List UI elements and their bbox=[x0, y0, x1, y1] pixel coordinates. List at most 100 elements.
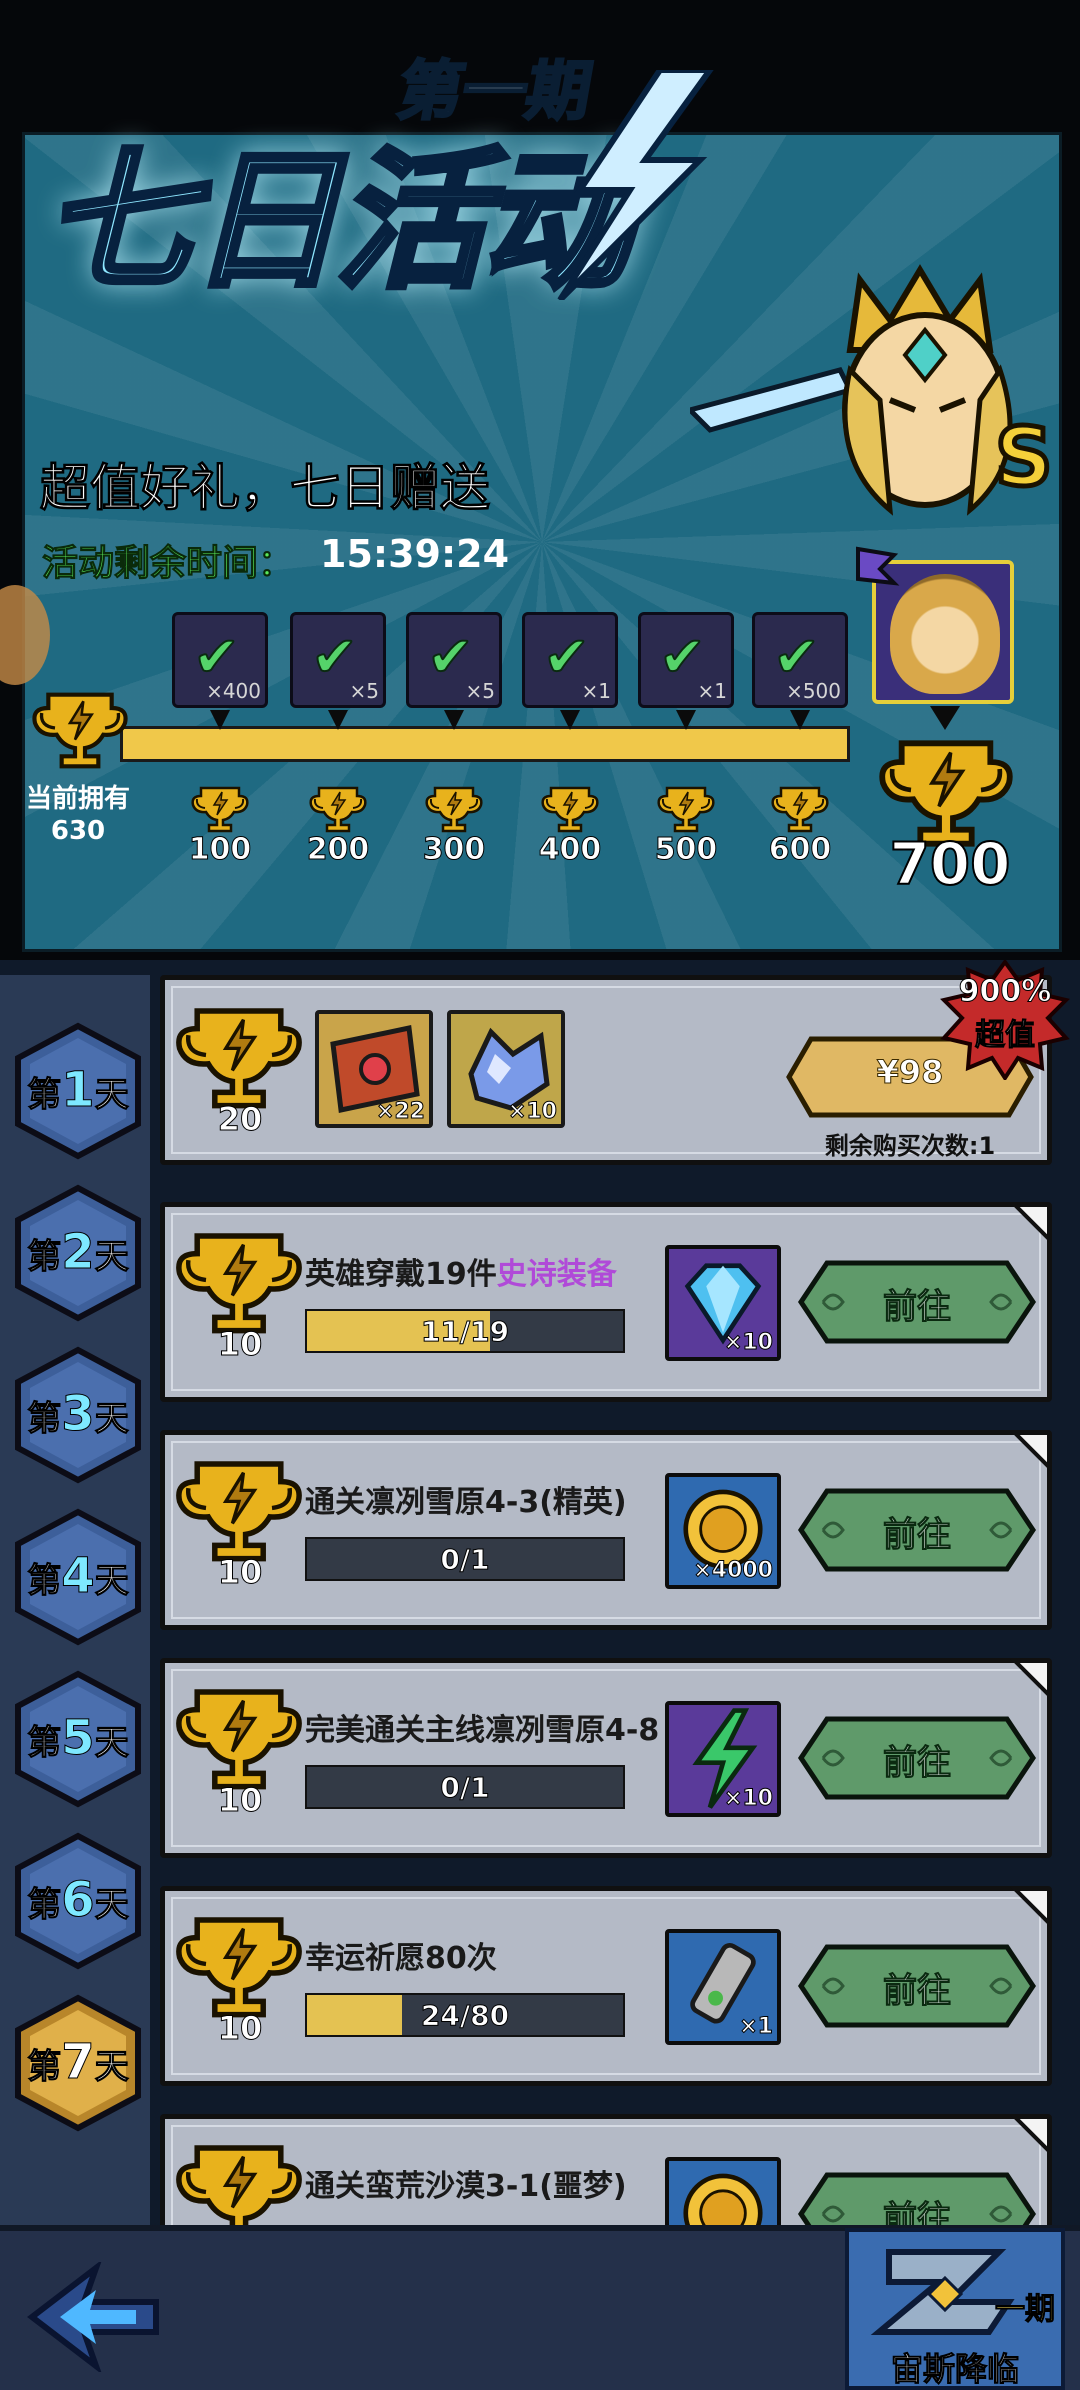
task-description: 英雄穿戴19件史诗装备 bbox=[305, 1249, 617, 1293]
go-button[interactable]: 前往 bbox=[797, 1259, 1037, 1345]
day-prefix: 第 bbox=[27, 1237, 62, 1278]
gift-pack-card: 20 ×22 ×10 ¥98 剩余购买次数:1 bbox=[160, 975, 1052, 1165]
owned-label: 当前拥有 bbox=[25, 784, 130, 814]
day-suffix: 天 bbox=[94, 1075, 129, 1116]
task-progress-text: 0/1 bbox=[440, 1543, 490, 1577]
milestone-points: 600 bbox=[768, 832, 832, 868]
hero-rank-badge: S bbox=[995, 411, 1053, 504]
milestone-qty: ×1 bbox=[697, 679, 727, 703]
milestone-points: 500 bbox=[654, 832, 718, 868]
tab-day-7[interactable]: 第7天 bbox=[12, 1994, 144, 2132]
milestone-qty: ×500 bbox=[786, 679, 841, 703]
task-card: 10 通关凛冽雪原4-3(精英) 0/1 ×4000 前往 bbox=[160, 1430, 1052, 1630]
task-progress-text: 11/19 bbox=[420, 1315, 510, 1349]
flag-icon bbox=[856, 546, 900, 586]
tab-day-6[interactable]: 第6天 bbox=[12, 1832, 144, 1970]
milestone-pin bbox=[328, 710, 348, 730]
gift-points: 20 bbox=[217, 1100, 263, 1139]
go-button-label: 前往 bbox=[883, 1515, 952, 1556]
corner-fold-icon bbox=[1010, 1887, 1051, 1928]
milestone-trophy-icon bbox=[540, 782, 600, 834]
task-card: 10 英雄穿戴19件史诗装备 11/19 ×10 前往 bbox=[160, 1202, 1052, 1402]
task-progress-bar: 11/19 bbox=[305, 1309, 625, 1353]
task-description: 幸运祈愿80次 bbox=[305, 1933, 497, 1977]
trophy-icon bbox=[173, 1681, 305, 1791]
day-suffix: 天 bbox=[94, 2047, 129, 2088]
tab-day-3[interactable]: 第3天 bbox=[12, 1346, 144, 1484]
task-reward[interactable]: ×10 bbox=[665, 1245, 781, 1361]
day-tab-label: 第1天 bbox=[12, 1062, 144, 1119]
task-progress-text: 24/80 bbox=[420, 1999, 510, 2033]
value-badge-label: 超值 bbox=[975, 1018, 1036, 1054]
milestone-qty: ×5 bbox=[349, 679, 379, 703]
gift-item-2[interactable]: ×10 bbox=[447, 1010, 565, 1128]
tab-day-1[interactable]: 第1天 bbox=[12, 1022, 144, 1160]
go-button[interactable]: 前往 bbox=[797, 1487, 1037, 1573]
go-button[interactable]: 前往 bbox=[797, 1715, 1037, 1801]
owned-value: 630 bbox=[50, 816, 106, 846]
day-prefix: 第 bbox=[27, 1399, 62, 1440]
value-badge-percent: 900% bbox=[958, 974, 1052, 1010]
gift-item-1-qty: ×22 bbox=[375, 1099, 425, 1125]
task-reward[interactable]: ×4000 bbox=[665, 1473, 781, 1589]
timer-label: 活动剩余时间： bbox=[41, 543, 295, 585]
task-card: 10 完美通关主线凛冽雪原4-8 0/1 ×10 前往 bbox=[160, 1658, 1052, 1858]
trophy-icon bbox=[173, 1909, 305, 2019]
milestone-reward-1[interactable]: ✔ ×400 bbox=[172, 612, 268, 708]
day-tab-label: 第2天 bbox=[12, 1224, 144, 1281]
task-progress-bar: 24/80 bbox=[305, 1993, 625, 2037]
day-prefix: 第 bbox=[27, 1561, 62, 1602]
day-number: 6 bbox=[61, 1872, 95, 1929]
gift-item-2-qty: ×10 bbox=[507, 1099, 557, 1125]
go-button[interactable]: 前往 bbox=[797, 1943, 1037, 2029]
milestone-qty: ×1 bbox=[581, 679, 611, 703]
tab-day-4[interactable]: 第4天 bbox=[12, 1508, 144, 1646]
trophy-icon bbox=[173, 1225, 305, 1335]
milestone-qty: ×5 bbox=[465, 679, 495, 703]
milestone-reward-4[interactable]: ✔ ×1 bbox=[522, 612, 618, 708]
corner-fold-icon bbox=[1010, 1203, 1051, 1244]
day-tab-label: 第4天 bbox=[12, 1548, 144, 1605]
milestone-reward-2[interactable]: ✔ ×5 bbox=[290, 612, 386, 708]
task-points: 10 bbox=[217, 1553, 263, 1592]
day-suffix: 天 bbox=[94, 1561, 129, 1602]
task-text: 英雄穿戴19件 bbox=[305, 1257, 497, 1292]
zeus-event-button[interactable]: 一期 宙斯降临 bbox=[845, 2228, 1065, 2390]
zeus-event-tag: 一期 bbox=[995, 2292, 1056, 2328]
gift-item-1[interactable]: ×22 bbox=[315, 1010, 433, 1128]
day-tab-label: 第6天 bbox=[12, 1872, 144, 1929]
day-number: 7 bbox=[61, 2034, 95, 2091]
hero-portrait-icon bbox=[890, 574, 1000, 694]
task-description: 通关蛮荒沙漠3-1(噩梦) bbox=[305, 2161, 627, 2205]
task-description: 完美通关主线凛冽雪原4-8 bbox=[305, 1705, 659, 1749]
day-prefix: 第 bbox=[27, 1075, 62, 1116]
current-trophy-icon bbox=[30, 682, 130, 774]
milestone-trophy-icon bbox=[190, 782, 250, 834]
task-reward[interactable]: ×1 bbox=[665, 1929, 781, 2045]
task-points: 10 bbox=[217, 1325, 263, 1364]
task-text: 通关凛冽雪原4-3(精英) bbox=[305, 1485, 627, 1520]
task-reward[interactable]: ×10 bbox=[665, 1701, 781, 1817]
corner-fold-icon bbox=[1010, 2115, 1051, 2156]
milestone-qty: ×400 bbox=[206, 679, 261, 703]
zeus-event-label: 宙斯降临 bbox=[890, 2350, 1019, 2389]
day-suffix: 天 bbox=[94, 1885, 129, 1926]
tab-day-2[interactable]: 第2天 bbox=[12, 1184, 144, 1322]
milestone-pin bbox=[444, 710, 464, 730]
milestone-pin bbox=[210, 710, 230, 730]
tab-day-5[interactable]: 第5天 bbox=[12, 1670, 144, 1808]
milestone-trophy-icon bbox=[424, 782, 484, 834]
slogan: 超值好礼，七日赠送 bbox=[40, 459, 491, 518]
back-arrow-icon[interactable] bbox=[26, 2262, 166, 2372]
milestone-reward-6[interactable]: ✔ ×500 bbox=[752, 612, 848, 708]
day-prefix: 第 bbox=[27, 2047, 62, 2088]
task-card: 10 幸运祈愿80次 24/80 ×1 前往 bbox=[160, 1886, 1052, 2086]
milestone-reward-3[interactable]: ✔ ×5 bbox=[406, 612, 502, 708]
day-suffix: 天 bbox=[94, 1723, 129, 1764]
milestone-reward-5[interactable]: ✔ ×1 bbox=[638, 612, 734, 708]
milestone-points: 100 bbox=[188, 832, 252, 868]
task-progress-text: 0/1 bbox=[440, 1771, 490, 1805]
task-progress-bar: 0/1 bbox=[305, 1537, 625, 1581]
corner-fold-icon bbox=[1010, 1659, 1051, 1700]
trophy-icon bbox=[173, 1453, 305, 1563]
